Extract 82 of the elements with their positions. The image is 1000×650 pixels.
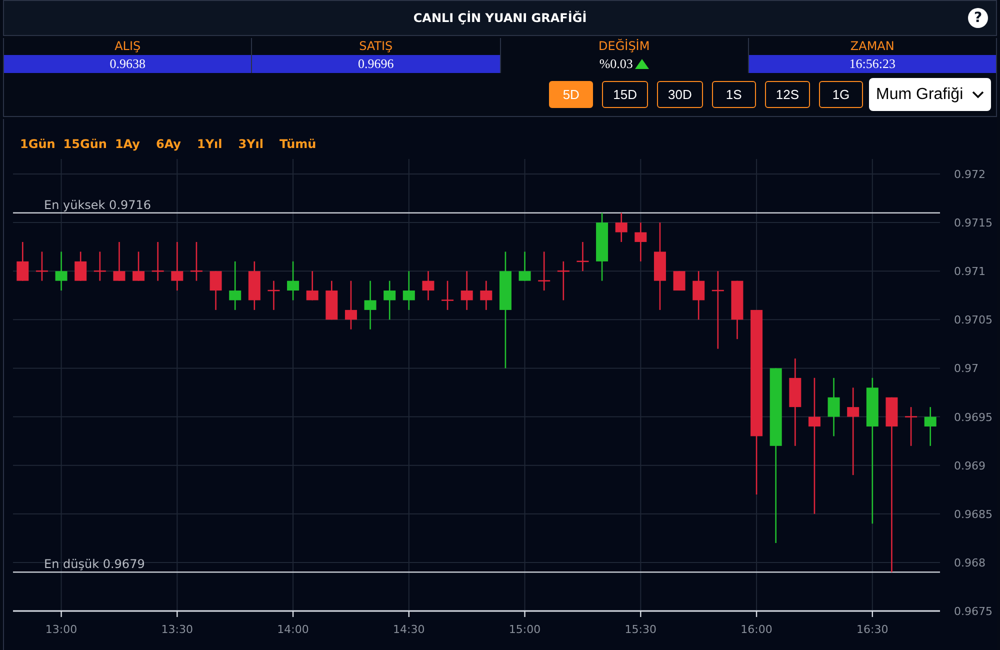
period-button[interactable]: 30D (657, 81, 703, 108)
window-title: CANLI ÇİN YUANI GRAFİĞİ (413, 11, 587, 25)
candlestick (673, 271, 686, 291)
axis-label: 13:00 (45, 623, 78, 636)
candlestick (402, 271, 415, 310)
candlestick (596, 212, 608, 281)
candlestick (422, 271, 434, 300)
caret-icon (972, 90, 984, 98)
candlestick (557, 261, 570, 300)
candlestick (306, 271, 318, 300)
candlestick (384, 280, 396, 320)
period-button[interactable]: 1G (819, 81, 863, 108)
range-link[interactable]: 15Gün (63, 137, 107, 157)
axis-label: 0.9705 (954, 314, 992, 327)
axis-label: 14:30 (393, 623, 425, 636)
help-button[interactable]: ? (968, 8, 988, 28)
quote-value: 0.9638 (4, 55, 252, 73)
range-link[interactable]: Tümü (280, 137, 316, 157)
axis-label: 0.972 (954, 168, 986, 181)
candlestick (152, 242, 164, 281)
candlestick (731, 280, 744, 340)
candlestick (248, 261, 260, 310)
candlestick (326, 280, 338, 320)
quote-value: %0.03 (500, 55, 748, 73)
axis-label: 0.9695 (954, 410, 992, 424)
quote-label: DEĞİŞİM (598, 38, 651, 55)
period-button[interactable]: 1S (712, 81, 756, 108)
candlestick (576, 242, 589, 272)
axis-label: 0.968 (954, 556, 986, 570)
candlestick (210, 271, 222, 310)
candlestick (480, 280, 492, 310)
candlestick (905, 407, 918, 446)
axis-label: 0.9685 (954, 508, 992, 521)
period-button[interactable]: 15D (602, 81, 648, 108)
candlestick (634, 222, 647, 262)
axis-label: 0.971 (954, 265, 986, 278)
candlestick (518, 252, 531, 281)
axis-label: 13:30 (161, 623, 193, 636)
axis-label: 15:00 (508, 623, 541, 636)
range-link[interactable]: 6Ay (156, 137, 181, 157)
axis-label: 0.969 (954, 459, 986, 472)
candlestick (229, 261, 242, 310)
quote-value: 16:56:23 (748, 55, 996, 73)
axis-label: 0.9675 (954, 605, 992, 618)
candlestick (36, 252, 48, 281)
candlestick (113, 242, 126, 281)
axis-label: 0.9715 (954, 216, 992, 230)
reference-label: En yüksek 0.9716 (44, 198, 152, 212)
chart-type-dropdown[interactable]: Mum Grafiği (869, 78, 991, 111)
candlestick (132, 252, 145, 281)
candlestick (268, 280, 280, 310)
period-button[interactable]: 12S (764, 81, 810, 108)
quote-label: ZAMAN (849, 38, 896, 55)
candlestick (344, 280, 357, 330)
range-link[interactable]: 1Yıl (197, 137, 222, 157)
candlestick (287, 261, 300, 300)
reference-label: En düşük 0.9679 (44, 557, 145, 572)
candlestick (171, 242, 184, 291)
candlestick (190, 242, 202, 281)
candlestick (442, 280, 454, 310)
range-link[interactable]: 1Gün (20, 137, 56, 157)
axis-label: 16:00 (740, 623, 772, 636)
candlestick (924, 407, 936, 446)
axis-label: 16:30 (856, 623, 888, 636)
candlestick (692, 271, 705, 320)
candlestick (74, 252, 87, 281)
axis-label: 0.97 (954, 362, 978, 376)
candlestick (16, 242, 29, 281)
candlestick (828, 378, 840, 436)
axis-label: 14:00 (277, 623, 309, 636)
candlestick (615, 212, 628, 242)
candlestick (55, 252, 68, 291)
axis-label: 15:30 (624, 623, 656, 636)
range-link[interactable]: 1Ay (114, 137, 140, 157)
candlestick (364, 280, 376, 330)
candlestick (538, 252, 550, 291)
candlestick (460, 271, 473, 310)
candlestick (94, 252, 106, 281)
quote-label: ALIŞ (114, 38, 142, 55)
quote-value: 0.9696 (252, 55, 500, 73)
quote-label: SATIŞ (358, 38, 394, 55)
range-link[interactable]: 3Yıl (238, 137, 264, 157)
